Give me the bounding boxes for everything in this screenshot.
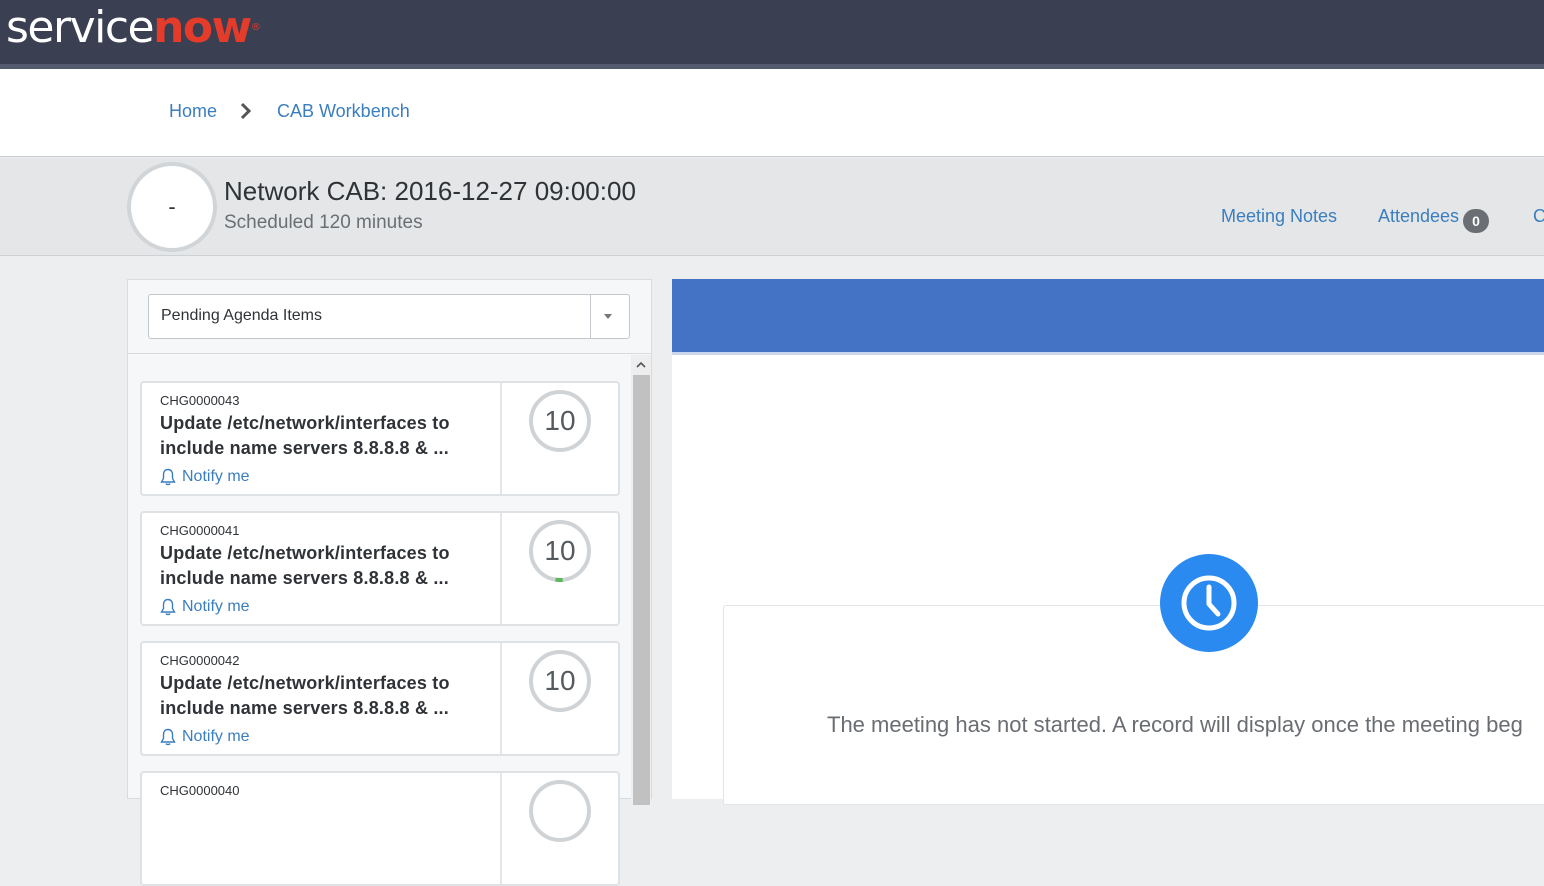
meeting-title: Network CAB: 2016-12-27 09:00:00: [224, 176, 636, 207]
card-divider: [500, 383, 502, 494]
notify-me-link[interactable]: Notify me: [160, 728, 250, 746]
duration-minutes: 10: [528, 649, 592, 713]
duration-minutes: 10: [528, 389, 592, 453]
servicenow-logo[interactable]: servicenow®: [6, 2, 259, 54]
timer-value: -: [168, 194, 175, 220]
notify-me-label: Notify me: [182, 468, 250, 486]
clock-glyph: [1160, 554, 1258, 652]
record-placeholder-box: [723, 605, 1544, 805]
change-number: CHG0000041: [160, 523, 240, 538]
agenda-filter-select[interactable]: Pending Agenda Items: [148, 294, 630, 339]
caret-down-icon: [604, 314, 612, 319]
attendees-label: Attendees: [1378, 206, 1459, 226]
breadcrumb-home-link[interactable]: Home: [169, 101, 217, 122]
bell-icon: [160, 598, 176, 616]
agenda-scrollbar[interactable]: [631, 355, 651, 800]
change-title: Update /etc/network/interfaces to includ…: [160, 671, 490, 721]
scrollbar-thumb[interactable]: [633, 375, 650, 805]
duration-ring: [528, 779, 592, 843]
agenda-card[interactable]: CHG0000043 Update /etc/network/interface…: [140, 381, 620, 496]
change-number: CHG0000043: [160, 393, 240, 408]
card-divider: [500, 773, 502, 884]
agenda-filter-value: Pending Agenda Items: [161, 307, 322, 325]
breadcrumb-cab-workbench-link[interactable]: CAB Workbench: [277, 101, 410, 122]
header-link-truncated[interactable]: C: [1533, 206, 1544, 227]
bell-icon: [160, 728, 176, 746]
select-divider: [590, 295, 591, 338]
agenda-card[interactable]: CHG0000042 Update /etc/network/interface…: [140, 641, 620, 756]
meeting-notes-link[interactable]: Meeting Notes: [1221, 206, 1337, 227]
notify-me-label: Notify me: [182, 728, 250, 746]
meeting-header: - Network CAB: 2016-12-27 09:00:00 Sched…: [0, 158, 1544, 256]
card-divider: [500, 643, 502, 754]
logo-text-service: service: [6, 2, 153, 53]
top-navbar: servicenow®: [0, 0, 1544, 64]
attendees-count-badge: 0: [1463, 209, 1489, 233]
breadcrumb: Home CAB Workbench: [0, 69, 1544, 157]
notify-me-link[interactable]: Notify me: [160, 468, 250, 486]
bell-icon: [160, 468, 176, 486]
meeting-not-started-message: The meeting has not started. A record wi…: [827, 712, 1523, 738]
change-number: CHG0000040: [160, 783, 240, 798]
notify-me-link[interactable]: Notify me: [160, 598, 250, 616]
agenda-card[interactable]: CHG0000041 Update /etc/network/interface…: [140, 511, 620, 626]
agenda-card[interactable]: CHG0000040: [140, 771, 620, 886]
record-panel: The meeting has not started. A record wi…: [672, 279, 1544, 799]
scroll-up-arrow-icon[interactable]: [635, 358, 647, 372]
logo-text-now: now: [153, 2, 251, 53]
logo-registered-mark: ®: [251, 22, 260, 33]
meeting-schedule: Scheduled 120 minutes: [224, 212, 423, 234]
notify-me-label: Notify me: [182, 598, 250, 616]
agenda-filter-area: Pending Agenda Items: [128, 280, 651, 354]
record-header-bar: [672, 279, 1544, 355]
change-number: CHG0000042: [160, 653, 240, 668]
duration-minutes: 10: [528, 519, 592, 583]
chevron-right-icon: [236, 99, 256, 123]
attendees-link[interactable]: Attendees0: [1378, 206, 1489, 233]
change-title: Update /etc/network/interfaces to includ…: [160, 541, 490, 591]
meeting-timer: -: [127, 162, 217, 252]
clock-icon: [1160, 554, 1258, 652]
change-title: Update /etc/network/interfaces to includ…: [160, 411, 490, 461]
card-divider: [500, 513, 502, 624]
agenda-panel: Pending Agenda Items CHG0000043 Update /…: [127, 279, 652, 799]
